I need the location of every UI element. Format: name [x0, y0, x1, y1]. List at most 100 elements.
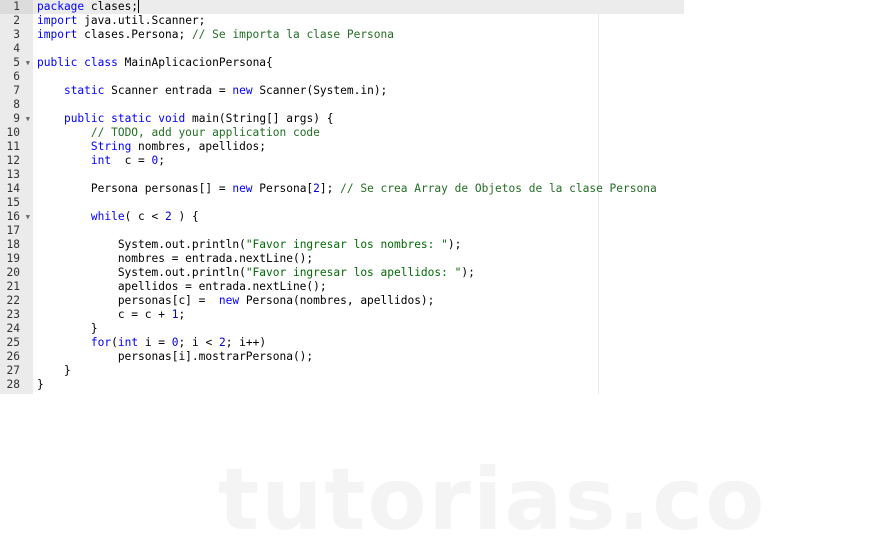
- code-token: static: [111, 112, 152, 125]
- code-line[interactable]: public class MainAplicacionPersona{: [33, 56, 684, 70]
- code-line[interactable]: public static void main(String[] args) {: [33, 112, 684, 126]
- code-line[interactable]: [33, 224, 684, 238]
- watermark-logo: tutorias.co: [218, 450, 767, 550]
- code-token: String: [90, 140, 132, 153]
- code-line[interactable]: System.out.println("Favor ingresar los a…: [33, 266, 684, 280]
- code-token: MainAplicacionPersona{: [117, 56, 273, 69]
- code-token: 2: [313, 182, 320, 195]
- gutter-row: 6: [0, 70, 33, 84]
- gutter-row: 2: [0, 14, 33, 28]
- code-line[interactable]: while( c < 2 ) {: [33, 210, 684, 224]
- line-number: 12: [6, 154, 20, 167]
- code-line[interactable]: static Scanner entrada = new Scanner(Sys…: [33, 84, 684, 98]
- gutter-row: 1: [0, 0, 33, 14]
- gutter-row: 4: [0, 42, 33, 56]
- line-number: 27: [6, 364, 20, 377]
- code-line[interactable]: }: [33, 364, 684, 378]
- code-line[interactable]: [33, 196, 684, 210]
- code-token: 0: [171, 336, 179, 349]
- code-token: }: [37, 322, 98, 335]
- code-token: ; i++): [225, 336, 267, 349]
- code-content[interactable]: package clases; import java.util.Scanner;…: [33, 0, 684, 394]
- code-token: ( c <: [124, 210, 165, 223]
- code-token: main(String[] args) {: [185, 112, 334, 125]
- code-line[interactable]: // TODO, add your application code: [33, 126, 684, 140]
- code-line[interactable]: [33, 168, 684, 182]
- gutter-row: 9 ▼: [0, 112, 33, 126]
- gutter-row: 14: [0, 182, 33, 196]
- code-token: personas[i].mostrarPersona();: [37, 350, 314, 363]
- code-token: // TODO, add your application code: [90, 126, 320, 139]
- code-token: ];: [319, 182, 341, 195]
- code-token: void: [158, 112, 186, 125]
- line-number: 11: [6, 140, 20, 153]
- code-line[interactable]: for(int i = 0; i < 2; i++): [33, 336, 684, 350]
- code-line[interactable]: int c = 0;: [33, 154, 684, 168]
- code-line[interactable]: [33, 70, 684, 84]
- line-number: 23: [6, 308, 20, 321]
- line-number: 19: [6, 252, 20, 265]
- code-line[interactable]: apellidos = entrada.nextLine();: [33, 280, 684, 294]
- code-line[interactable]: }: [33, 378, 684, 392]
- line-number: 16: [6, 210, 20, 223]
- gutter-row: 23: [0, 308, 33, 322]
- line-number: 22: [6, 294, 20, 307]
- line-number: 1: [13, 0, 20, 13]
- code-line[interactable]: import clases.Persona; // Se importa la …: [33, 28, 684, 42]
- line-number: 3: [13, 28, 20, 41]
- gutter-row: 21: [0, 280, 33, 294]
- code-line[interactable]: personas[c] = new Persona(nombres, apell…: [33, 294, 684, 308]
- code-token: c = c +: [37, 308, 172, 321]
- code-token: System.out.println(: [37, 266, 246, 279]
- gutter-row: 20: [0, 266, 33, 280]
- line-number: 25: [6, 336, 20, 349]
- fold-chevron-down-icon[interactable]: ▼: [26, 210, 30, 224]
- line-number: 4: [13, 42, 20, 55]
- gutter-row: 19: [0, 252, 33, 266]
- code-token: ; i <: [178, 336, 219, 349]
- line-number: 24: [6, 322, 20, 335]
- code-editor[interactable]: 1 2 3 4 5 ▼ 6 7 8 9 ▼ 10 11 12 13 14 15 16 ▼ 17 18 19 20 21 22 23…: [0, 0, 684, 394]
- line-number: 14: [6, 182, 20, 195]
- fold-chevron-down-icon[interactable]: ▼: [26, 112, 30, 126]
- code-token: static: [63, 84, 105, 97]
- code-line[interactable]: import java.util.Scanner;: [33, 14, 684, 28]
- code-line[interactable]: [33, 98, 684, 112]
- code-line[interactable]: [33, 42, 684, 56]
- gutter-row: 7: [0, 84, 33, 98]
- code-token: }: [37, 378, 44, 391]
- code-line[interactable]: String nombres, apellidos;: [33, 140, 684, 154]
- code-line[interactable]: System.out.println("Favor ingresar los n…: [33, 238, 684, 252]
- code-token: int: [117, 336, 139, 349]
- gutter-row: 25: [0, 336, 33, 350]
- code-line[interactable]: nombres = entrada.nextLine();: [33, 252, 684, 266]
- gutter-row: 12: [0, 154, 33, 168]
- code-line[interactable]: }: [33, 322, 684, 336]
- code-token: // Se crea Array de Objetos de la clase …: [340, 182, 657, 195]
- code-line[interactable]: package clases;: [33, 0, 684, 14]
- code-token: personas[c] =: [37, 294, 219, 307]
- code-token: Persona[: [252, 182, 314, 195]
- line-number: 9: [13, 112, 20, 125]
- line-number: 7: [13, 84, 20, 97]
- gutter-row: 17: [0, 224, 33, 238]
- code-token: new: [232, 182, 253, 195]
- code-token: new: [218, 294, 240, 307]
- fold-chevron-down-icon[interactable]: ▼: [26, 56, 30, 70]
- code-token: Persona personas[] =: [37, 182, 233, 195]
- gutter-row: 26: [0, 350, 33, 364]
- code-line[interactable]: personas[i].mostrarPersona();: [33, 350, 684, 364]
- gutter-row: 10: [0, 126, 33, 140]
- code-token: 2: [218, 336, 226, 349]
- code-token: i =: [138, 336, 172, 349]
- line-number: 28: [6, 378, 20, 391]
- line-number: 17: [6, 224, 20, 237]
- code-token: apellidos = entrada.nextLine();: [37, 280, 327, 293]
- code-line[interactable]: c = c + 1;: [33, 308, 684, 322]
- code-line[interactable]: Persona personas[] = new Persona[2]; // …: [33, 182, 684, 196]
